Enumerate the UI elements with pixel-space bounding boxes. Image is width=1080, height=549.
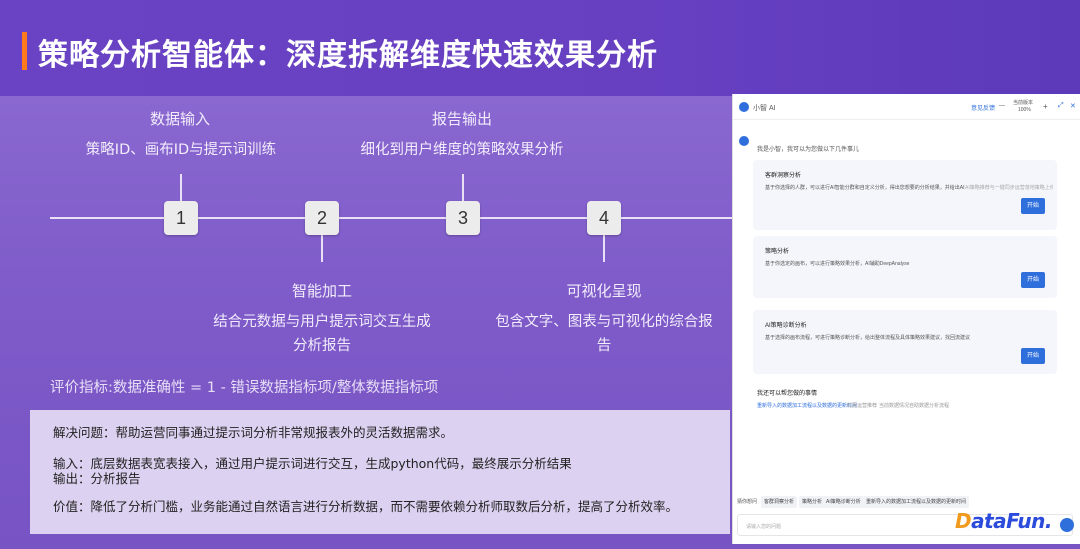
version-label: 当前版本 — [1013, 100, 1034, 106]
step2-title: 智能加工 — [291, 282, 352, 300]
card3-title: AI策略诊断分析 — [765, 323, 807, 329]
datafun-logo-initial: D — [955, 509, 972, 533]
app-logo-icon — [739, 102, 749, 112]
quick-label: 猜你想问 — [737, 499, 758, 505]
timeline-tick-2 — [321, 235, 323, 262]
card1-start-button[interactable]: 开始 — [1021, 198, 1045, 214]
quick-pill-2[interactable]: 策略分析 — [799, 496, 826, 508]
evaluation-metric: 评价指标:数据准确性 = 1 - 错误数据指标项/整体数据指标项 — [50, 380, 439, 396]
chat-header: 小智 AI 意见反馈 — 当前版本 100% + ⤢ ✕ — [733, 94, 1080, 120]
summary-value: 价值：降低了分析门槛，业务能通过自然语言进行分析数据，而不需要依赖分析师取数后分… — [53, 499, 679, 514]
timeline-node-3: 3 — [446, 201, 480, 235]
card2-start-button[interactable]: 开始 — [1021, 272, 1045, 288]
timeline-node-2: 2 — [305, 201, 339, 235]
add-icon[interactable]: + — [1043, 102, 1048, 111]
slide-title: 策略分析智能体：深度拆解维度快速效果分析 — [38, 38, 658, 73]
card1-title: 客群洞察分析 — [765, 173, 802, 179]
step2-desc: 结合元数据与用户提示词交互生成分析报告 — [213, 314, 431, 354]
timeline-node-1: 1 — [164, 201, 198, 235]
card1-note: AI策略推荐与一键同步运营落地策略上线 — [965, 185, 1053, 191]
datafun-logo-rest: ataFun. — [971, 509, 1052, 533]
step4-title: 可视化呈现 — [566, 282, 642, 300]
card2-title: 策略分析 — [765, 249, 790, 255]
chat-greeting: 我是小智，我可以为您做以下几件事儿 — [757, 147, 860, 153]
card3-start-button[interactable]: 开始 — [1021, 348, 1045, 364]
quick-pill-4[interactable]: 重新导入的数据加工流程以及数据的更新时间 — [863, 496, 970, 508]
step3-desc: 细化到用户维度的策略效果分析 — [360, 142, 564, 158]
followup-item-2[interactable]: 优惠运营推荐 — [847, 402, 877, 409]
version-percent: 100% — [1018, 107, 1031, 113]
quick-pill-3[interactable]: AI策略诊断分析 — [823, 496, 864, 508]
timeline-line — [50, 217, 732, 219]
step4-desc: 包含文字、图表与可视化的综合报告 — [495, 314, 713, 354]
quick-pill-1[interactable]: 客群洞察分析 — [761, 496, 798, 508]
expand-icon[interactable]: ⤢ — [1058, 102, 1064, 110]
slide-header: 策略分析智能体：深度拆解维度快速效果分析 — [0, 0, 1080, 96]
summary-panel: 解决问题：帮助运营同事通过提示词分析非常规报表外的灵活数据需求。 输入：底层数据… — [30, 410, 730, 534]
card-strategy-analysis: 策略分析 基于你选定的画布，可以进行策略效果分析，AI辅助DeepAnalyse… — [753, 236, 1057, 298]
followup-item-1[interactable]: 重新导入的数据加工流程以及数据的更新时间 — [757, 402, 857, 409]
datafun-logo: DataFun. — [955, 509, 1052, 533]
bot-avatar-icon — [739, 136, 749, 146]
followup-title: 我还可以帮您做的事情 — [757, 391, 818, 397]
step3-title: 报告输出 — [431, 110, 492, 128]
minimize-icon[interactable]: — — [999, 103, 1005, 109]
summary-problem: 解决问题：帮助运营同事通过提示词分析非常规报表外的灵活数据需求。 — [53, 425, 454, 440]
timeline-tick-1 — [180, 174, 182, 201]
timeline-node-4: 4 — [587, 201, 621, 235]
timeline-tick-3 — [462, 174, 464, 201]
card-ai-diagnosis: AI策略诊断分析 基于选择的画布流程，可进行策略诊断分析，给出整体流程及具体策略… — [753, 310, 1057, 374]
close-icon[interactable]: ✕ — [1070, 102, 1076, 110]
card-customer-insight: 客群洞察分析 基于你选择的人群，可以进行AI智能分群和自定义分析，得出您想要的分… — [753, 160, 1057, 230]
step1-desc: 策略ID、画布ID与提示词训练 — [85, 142, 277, 158]
feedback-link[interactable]: 意见反馈 — [971, 103, 995, 112]
card3-desc: 基于选择的画布流程，可进行策略诊断分析，给出整体流程及具体策略效果建议，找回流建… — [765, 335, 971, 341]
card1-desc: 基于你选择的人群，可以进行AI智能分群和自定义分析，得出您想要的分析结果，并给出… — [765, 185, 965, 191]
title-accent-bar — [22, 32, 27, 70]
timeline-tick-4 — [603, 235, 605, 262]
slide: 策略分析智能体：深度拆解维度快速效果分析 1 2 3 4 数据输入 策略ID、画… — [0, 0, 1080, 549]
app-name: 小智 AI — [753, 105, 776, 112]
summary-output: 输出：分析报告 — [53, 471, 141, 486]
step1-title: 数据输入 — [149, 110, 210, 128]
send-icon[interactable] — [1060, 518, 1074, 532]
ai-chat-panel: 小智 AI 意见反馈 — 当前版本 100% + ⤢ ✕ 我是小智，我可以为您做… — [732, 94, 1080, 544]
chat-input-placeholder: 请输入您的问题 — [746, 524, 782, 530]
followup-item-4[interactable]: 自助数据分析流程 — [909, 402, 949, 409]
card2-desc: 基于你选定的画布，可以进行策略效果分析，AI辅助DeepAnalyse — [765, 261, 910, 267]
followup-item-3[interactable]: 当前数据情况 — [879, 402, 909, 409]
